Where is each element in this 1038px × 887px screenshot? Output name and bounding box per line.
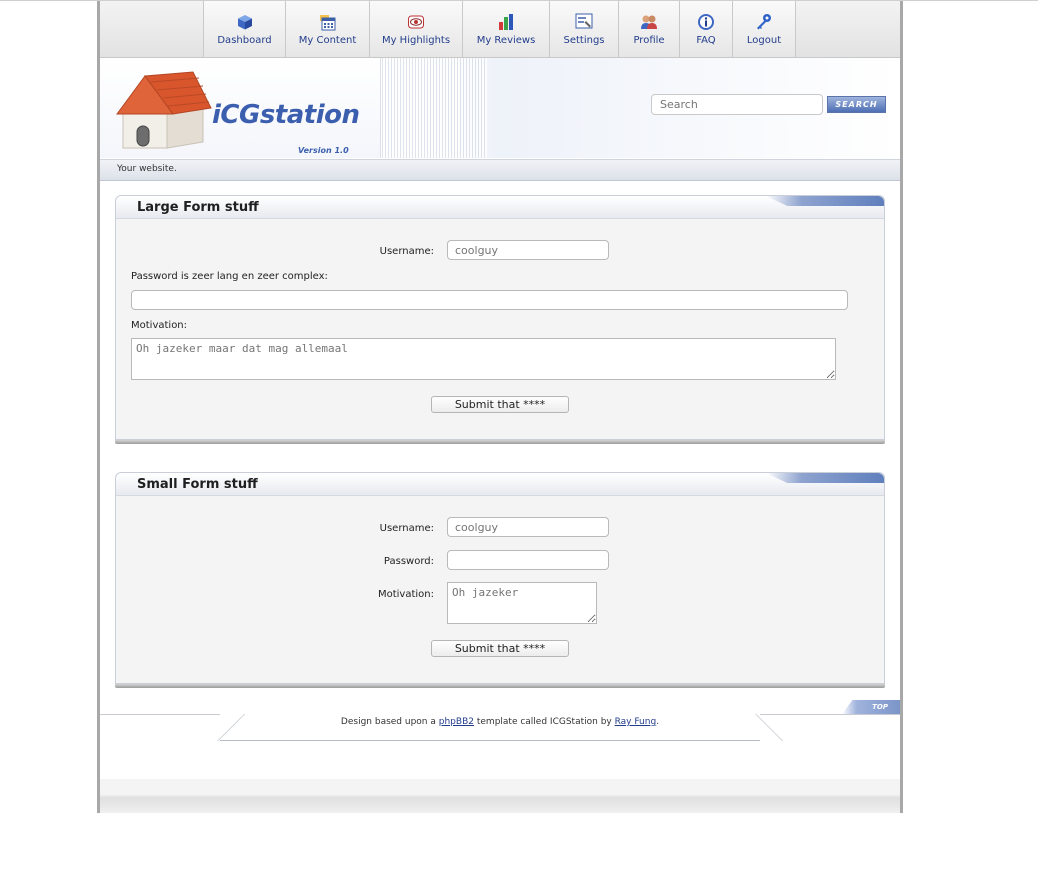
phpbb-link[interactable]: phpBB2 (439, 717, 474, 727)
calendar-folder-icon (319, 15, 335, 31)
header-accent (766, 473, 884, 483)
nav-label-logout: Logout (746, 35, 782, 46)
page-bottom-strip (100, 779, 900, 813)
nav-label-faq: FAQ (696, 35, 716, 46)
top-navigation: Dashboard My Content My Highlights My Re… (100, 1, 900, 58)
bar-chart-icon (499, 14, 513, 30)
back-to-top-button[interactable]: TOP (842, 700, 900, 714)
motivation-textarea[interactable] (131, 338, 836, 380)
small-form-header: Small Form stuff (115, 472, 885, 495)
nav-item-profile[interactable]: Profile (618, 1, 679, 57)
password-label: Password is zeer lang en zeer complex: (131, 271, 328, 282)
nav-item-my-content[interactable]: My Content (285, 1, 369, 57)
motivation-textarea[interactable] (447, 582, 597, 624)
nav-item-faq[interactable]: FAQ (679, 1, 732, 57)
large-form-footer (115, 440, 885, 444)
footer-credits: Design based upon a phpBB2 template call… (100, 717, 900, 727)
credits-middle: template called ICGStation by (476, 717, 612, 727)
search-button[interactable]: SEARCH (827, 96, 886, 113)
nav-item-settings[interactable]: Settings (549, 1, 618, 57)
credits-suffix: . (656, 717, 660, 727)
eye-icon (408, 15, 424, 29)
nav-label-profile: Profile (633, 35, 665, 46)
users-icon (641, 15, 657, 29)
credits-prefix: Design based upon a (340, 717, 436, 727)
large-form-body: Username: Password is zeer lang en zeer … (115, 218, 885, 440)
large-form-submit-button[interactable]: Submit that **** (431, 396, 569, 413)
settings-board-icon (575, 13, 593, 29)
large-form-title: Large Form stuff (137, 200, 259, 215)
nav-label-my-highlights: My Highlights (381, 35, 451, 46)
nav-item-my-highlights[interactable]: My Highlights (369, 1, 462, 57)
password-field[interactable] (131, 290, 848, 310)
motivation-label: Motivation: (131, 320, 188, 331)
nav-item-logout[interactable]: Logout (732, 1, 796, 57)
house-logo-icon (116, 71, 212, 149)
site-tagline: Your website. (117, 164, 177, 174)
small-form-footer (115, 684, 885, 688)
author-link[interactable]: Ray Fung (615, 717, 657, 727)
header-decoration (367, 58, 487, 158)
password-label: Password: (383, 556, 434, 567)
header-accent (766, 196, 884, 206)
cube-icon (237, 15, 252, 30)
search-input[interactable] (651, 94, 823, 115)
nav-item-dashboard[interactable]: Dashboard (203, 1, 285, 57)
site-header: iCGstation Version 1.0 SEARCH (100, 58, 900, 158)
small-form-title: Small Form stuff (137, 477, 258, 492)
small-form-panel: Small Form stuff Username: Password: Mot… (115, 472, 885, 688)
nav-label-my-reviews: My Reviews (476, 35, 536, 46)
password-field[interactable] (447, 550, 609, 570)
site-logo-text: iCGstation (212, 100, 360, 130)
motivation-label: Motivation: (377, 589, 434, 600)
page-container: Dashboard My Content My Highlights My Re… (97, 1, 903, 813)
version-label: Version 1.0 (298, 146, 349, 155)
info-icon (698, 14, 714, 30)
logo-area[interactable]: iCGstation Version 1.0 (100, 58, 381, 158)
nav-item-my-reviews[interactable]: My Reviews (462, 1, 549, 57)
nav-label-dashboard: Dashboard (217, 35, 272, 46)
username-field[interactable] (447, 240, 609, 260)
small-form-submit-button[interactable]: Submit that **** (431, 640, 569, 657)
username-field[interactable] (447, 517, 609, 537)
nav-label-my-content: My Content (298, 35, 357, 46)
site-footer: TOP Design based upon a phpBB2 template … (100, 698, 900, 743)
key-icon (757, 14, 771, 30)
small-form-body: Username: Password: Motivation: Submit t… (115, 495, 885, 684)
username-label: Username: (379, 246, 434, 257)
tagline-bar: Your website. (100, 159, 900, 181)
large-form-panel: Large Form stuff Username: Password is z… (115, 195, 885, 444)
nav-label-settings: Settings (563, 35, 605, 46)
large-form-header: Large Form stuff (115, 195, 885, 218)
nav-items: Dashboard My Content My Highlights My Re… (203, 1, 796, 57)
username-label: Username: (379, 523, 434, 534)
